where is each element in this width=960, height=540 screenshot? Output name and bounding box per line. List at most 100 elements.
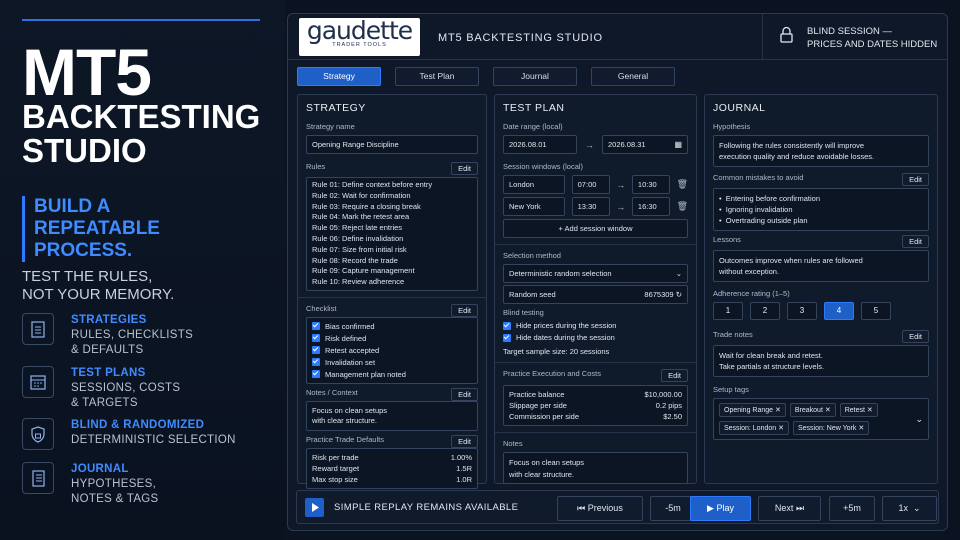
close-icon[interactable]: ✕	[867, 407, 873, 414]
cost-key: Slippage per side	[509, 401, 567, 410]
session-name[interactable]: London	[503, 175, 565, 194]
mistakes-edit-button[interactable]: Edit	[902, 173, 929, 186]
date-range-label: Date range (local)	[503, 122, 563, 131]
tag-chip[interactable]: Retest ✕	[839, 403, 878, 417]
tag-chip[interactable]: Opening Range ✕	[719, 403, 786, 417]
cost-value: 0.2 pips	[655, 401, 682, 410]
date-from-input[interactable]: 2026.08.01	[503, 135, 577, 154]
accent-line	[22, 19, 260, 21]
close-icon[interactable]: ✕	[775, 407, 781, 414]
checklist-item[interactable]: Management plan noted	[312, 370, 472, 379]
tag-chip[interactable]: Session: New York ✕	[792, 421, 870, 435]
checkbox-checked-icon[interactable]	[503, 333, 511, 342]
trash-icon[interactable]: 🗑	[677, 201, 688, 212]
seed-field[interactable]: Random seed 8675309 ↻	[503, 285, 688, 304]
checkbox-checked-icon[interactable]	[312, 334, 320, 343]
skip-forward-icon: ⏭	[795, 503, 805, 513]
lessons-box[interactable]: Outcomes improve when rules are followed…	[713, 250, 929, 282]
tags-box[interactable]: Opening Range ✕ Breakout ✕ Retest ✕Session…	[713, 398, 929, 440]
refresh-icon[interactable]: ↻	[676, 290, 682, 299]
notes-box[interactable]: Focus on clean setups with clear structur…	[306, 400, 478, 431]
rating-option[interactable]: 2	[750, 302, 780, 320]
session-from[interactable]: 13:30	[571, 197, 610, 216]
cost-row: Commission per side $2.50	[509, 412, 682, 421]
notes-line: with clear structure.	[312, 415, 378, 425]
checkbox-checked-icon[interactable]	[503, 321, 511, 330]
date-to-input[interactable]: 2026.08.31 ▦	[602, 135, 688, 154]
checklist-item[interactable]: Retest accepted	[312, 346, 472, 355]
cost-row: Practice balance $10,000.00	[509, 390, 682, 399]
button-label: Play	[716, 503, 734, 513]
chevron-down-icon: ⌄	[912, 503, 921, 513]
lessons-edit-button[interactable]: Edit	[902, 235, 929, 248]
rule-item: Rule 09: Capture management	[312, 266, 415, 276]
tab-strategy[interactable]: Strategy	[297, 67, 381, 86]
calendar-icon[interactable]: ▦	[674, 140, 682, 149]
shield-lock-icon	[22, 418, 54, 450]
play-icon: ▶	[707, 503, 714, 513]
session-to[interactable]: 16:30	[631, 197, 670, 216]
costs-box: Practice balance $10,000.00 Slippage per …	[503, 385, 688, 426]
previous-button[interactable]: ⏮ Previous	[557, 496, 643, 521]
feature-heading: JOURNAL	[71, 463, 129, 475]
hypothesis-box[interactable]: Following the rules consistently will im…	[713, 135, 929, 167]
rule-item: Rule 07: Size from initial risk	[312, 244, 407, 254]
session-to[interactable]: 10:30	[631, 175, 670, 194]
checkbox-text: Hide dates during the session	[516, 333, 615, 342]
rating-option[interactable]: 1	[713, 302, 743, 320]
session-from[interactable]: 07:00	[571, 175, 610, 194]
play-icon[interactable]	[305, 498, 324, 517]
costs-edit-button[interactable]: Edit	[661, 369, 688, 382]
checkbox-checked-icon[interactable]	[312, 346, 320, 355]
tag-text: Opening Range	[724, 407, 774, 414]
checklist-edit-button[interactable]: Edit	[451, 303, 478, 317]
tag-chip[interactable]: Breakout ✕	[789, 403, 836, 417]
trade-notes-edit-button[interactable]: Edit	[902, 330, 929, 343]
test-tagline: TEST THE RULES, NOT YOUR MEMORY.	[22, 268, 222, 304]
chevron-down-icon[interactable]: ⌄	[915, 414, 923, 425]
rating-option-selected[interactable]: 4	[824, 302, 854, 320]
checklist-item[interactable]: Invalidation set	[312, 358, 472, 367]
checkbox-checked-icon[interactable]	[312, 358, 320, 367]
checklist-item[interactable]: Bias confirmed	[312, 322, 472, 331]
build-tagline: BUILD A REPEATABLE PROCESS.	[22, 196, 222, 262]
strategy-name-input[interactable]: Opening Range Discipline	[306, 135, 478, 154]
trade-notes-box[interactable]: Wait for clean break and retest. Take par…	[713, 345, 929, 377]
logo-text: gaudette	[306, 16, 413, 45]
hide-dates-checkbox[interactable]: Hide dates during the session	[503, 333, 688, 342]
rules-edit-button[interactable]: Edit	[451, 162, 478, 175]
cost-row: Slippage per side 0.2 pips	[509, 401, 682, 410]
tab-general[interactable]: General	[591, 67, 675, 86]
plan-notes-box[interactable]: Focus on clean setups with clear structur…	[503, 452, 688, 484]
trash-icon[interactable]: 🗑	[677, 179, 688, 190]
next-button[interactable]: Next ⏭	[758, 496, 821, 521]
tab-test-plan[interactable]: Test Plan	[395, 67, 479, 86]
rule-item: Rule 06: Define invalidation	[312, 233, 404, 243]
hide-prices-checkbox[interactable]: Hide prices during the session	[503, 321, 688, 330]
defaults-edit-button[interactable]: Edit	[451, 434, 478, 448]
play-button[interactable]: ▶ Play	[690, 496, 751, 521]
close-icon[interactable]: ✕	[858, 425, 864, 432]
add-session-button[interactable]: + Add session window	[503, 219, 688, 238]
selection-dropdown[interactable]: Deterministic random selection ⌄	[503, 264, 688, 283]
checkbox-checked-icon[interactable]	[312, 370, 320, 379]
rules-list: Rule 01: Define context before entry Rul…	[306, 177, 478, 291]
feature-heading: TEST PLANS	[71, 367, 146, 379]
brand-logo: gaudette TRADER TOOLS	[299, 18, 420, 56]
close-icon[interactable]: ✕	[778, 425, 784, 432]
close-icon[interactable]: ✕	[825, 407, 831, 414]
rating-option[interactable]: 5	[861, 302, 891, 320]
plus-5m-button[interactable]: +5m	[829, 496, 875, 521]
blind-line-2: PRICES AND DATES HIDDEN	[807, 39, 938, 50]
notes-edit-button[interactable]: Edit	[451, 387, 478, 401]
checklist-text: Invalidation set	[325, 357, 376, 367]
app-window: gaudette TRADER TOOLS MT5 BACKTESTING STU…	[287, 13, 948, 531]
session-name[interactable]: New York	[503, 197, 565, 216]
speed-dropdown[interactable]: 1x ⌄	[882, 496, 937, 521]
rating-option[interactable]: 3	[787, 302, 817, 320]
tab-journal[interactable]: Journal	[493, 67, 577, 86]
checklist-item[interactable]: Risk defined	[312, 334, 472, 343]
button-label: Next	[774, 503, 794, 513]
tag-chip[interactable]: Session: London ✕	[719, 421, 789, 435]
checkbox-checked-icon[interactable]	[312, 322, 320, 331]
